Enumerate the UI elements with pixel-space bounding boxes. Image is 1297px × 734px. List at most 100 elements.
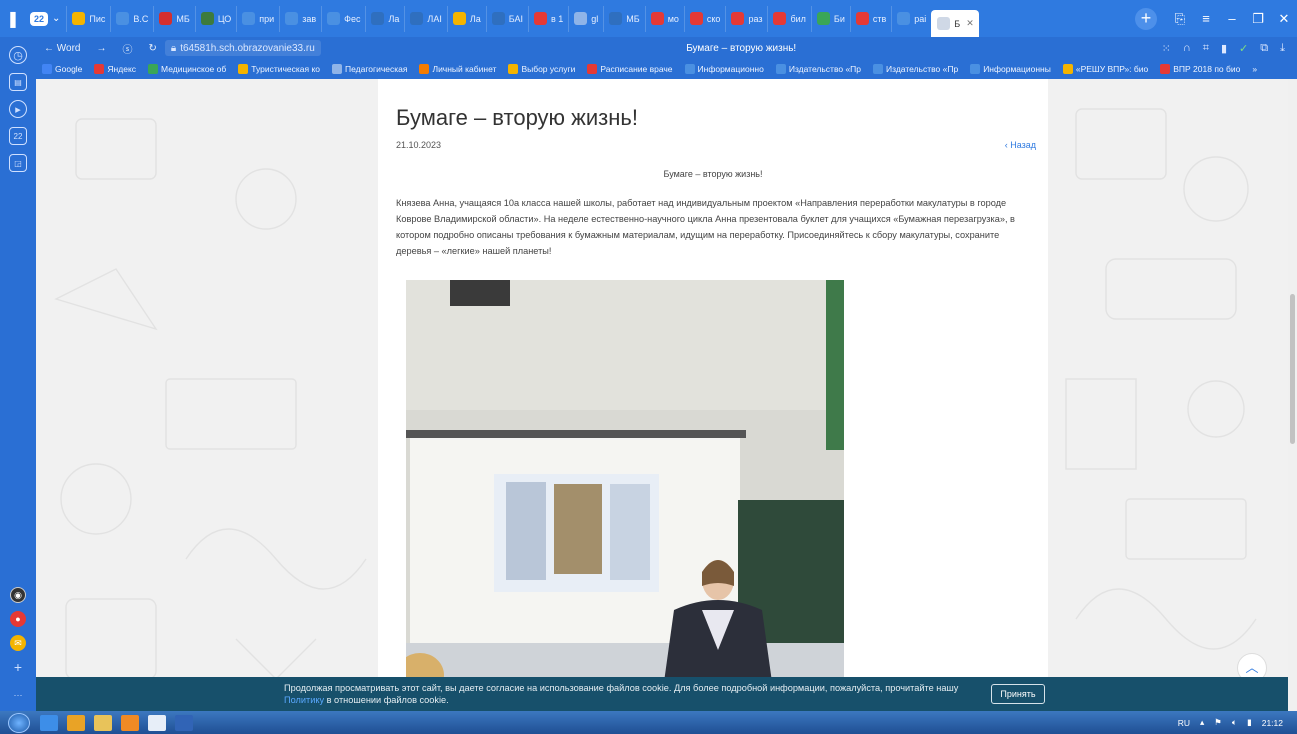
url-field[interactable]: 🔒︎ t64581h.sch.obrazovanie33.ru	[164, 40, 321, 56]
bookmark-item[interactable]: Личный кабинет	[419, 64, 496, 74]
reload-icon[interactable]: ↻	[149, 43, 157, 54]
notes-icon[interactable]: ▤	[9, 73, 27, 91]
maps-icon[interactable]: ●	[10, 611, 26, 627]
bookmark-item[interactable]: Информационны	[970, 64, 1051, 74]
headphones-icon[interactable]: ∩	[1183, 42, 1191, 55]
bookmark-item[interactable]: Яндекс	[94, 64, 136, 74]
browser-tab[interactable]: В.С	[110, 5, 153, 32]
browser-tab[interactable]: ЦО	[194, 5, 236, 32]
browser-tab[interactable]: бил	[767, 5, 810, 32]
browser-tab[interactable]: Фес	[321, 5, 365, 32]
shield-icon[interactable]: ✓	[1239, 42, 1248, 55]
collections-icon[interactable]: ⧉	[1260, 42, 1268, 55]
browser-tab[interactable]: Би	[810, 5, 850, 32]
bookmark-item[interactable]: Информационно	[684, 64, 764, 74]
network-icon[interactable]: ▮	[1247, 717, 1252, 728]
browser-tab[interactable]: зав	[279, 5, 321, 32]
bookmarks-bar: Google Яндекс Медицинское об Туристическая …	[36, 59, 1297, 79]
browser-tab[interactable]: ско	[683, 5, 726, 32]
article-subtitle: Бумаге – вторую жизнь!	[663, 169, 763, 179]
browser-tab-active[interactable]: Б ✕	[931, 10, 979, 37]
explorer-icon[interactable]	[94, 714, 112, 731]
calendar-icon[interactable]: 22	[9, 127, 27, 145]
flag-icon[interactable]: ⚑	[1214, 717, 1222, 728]
tab-label: раз	[748, 13, 763, 24]
article-photo[interactable]	[406, 280, 844, 711]
browser-tab[interactable]: Ла	[365, 5, 404, 32]
more-icon[interactable]: ···	[10, 687, 26, 703]
tab-menu-chevron-icon[interactable]: ⌄	[52, 13, 60, 24]
bookmarks-overflow-icon[interactable]: »	[1252, 64, 1257, 74]
tab-label: В.С	[133, 13, 149, 24]
scrollbar-thumb[interactable]	[1290, 294, 1295, 444]
browser-tab[interactable]: раі	[891, 5, 931, 32]
history-icon[interactable]: ◷	[9, 46, 27, 64]
clock[interactable]: 21:12	[1262, 718, 1283, 728]
add-panel-icon[interactable]: +	[10, 659, 26, 675]
policy-link[interactable]: Политику	[284, 695, 324, 705]
protect-icon[interactable]: ⓢ	[123, 41, 133, 56]
bookmark-item[interactable]: Расписание враче	[587, 64, 673, 74]
yandex-browser-icon[interactable]	[148, 714, 166, 731]
bookmark-favicon-icon	[775, 64, 786, 74]
forward-arrow-icon[interactable]: →	[97, 43, 107, 54]
browser-tab[interactable]: в 1	[527, 5, 568, 32]
bookmark-item[interactable]: Издательство «Пр	[873, 64, 958, 74]
tab-label: мо	[667, 13, 679, 24]
back-link[interactable]: ‹ Назад	[1005, 140, 1036, 150]
browser-tab[interactable]: МБ	[153, 5, 194, 32]
menu-icon[interactable]: ≡	[1193, 11, 1219, 26]
back-to-word-button[interactable]: ← Word	[44, 43, 81, 54]
close-button[interactable]: ✕	[1271, 11, 1297, 27]
restore-button[interactable]: ❐	[1245, 11, 1271, 27]
browser-tab[interactable]: gl	[568, 5, 603, 32]
tab-label: раі	[914, 13, 927, 24]
language-indicator[interactable]: RU	[1178, 718, 1190, 728]
browser-tab[interactable]: при	[236, 5, 279, 32]
tab-favicon-icon	[200, 12, 214, 25]
alice-icon[interactable]: ◉	[10, 587, 26, 603]
tab-label: в 1	[550, 13, 564, 24]
bookmark-icon[interactable]: ▮	[1221, 42, 1227, 55]
reader-icon[interactable]: ⁙	[1162, 42, 1171, 55]
page-scrollbar[interactable]	[1288, 79, 1297, 711]
tab-favicon-icon	[533, 12, 547, 25]
play-icon[interactable]: ▸	[9, 100, 27, 118]
browser-tab[interactable]: ЛАІ	[404, 5, 446, 32]
accept-cookies-button[interactable]: Принять	[991, 684, 1045, 704]
bookmark-item[interactable]: Педагогическая	[332, 64, 407, 74]
bookmarks-panel-icon[interactable]: ⎘	[1167, 11, 1193, 27]
address-bar: ← Word → ⓢ ↻ 🔒︎ t64581h.sch.obrazovanie3…	[36, 37, 1297, 59]
bookmark-item[interactable]: Google	[42, 64, 82, 74]
browser-tab[interactable]: БАІ	[485, 5, 528, 32]
chrome-icon[interactable]	[67, 714, 85, 731]
word-icon[interactable]	[175, 714, 193, 731]
browser-tab[interactable]: ств	[849, 5, 891, 32]
volume-icon[interactable]: 🔈︎	[1232, 717, 1237, 728]
new-tab-button[interactable]: +	[1135, 7, 1157, 30]
mail-icon[interactable]: ✉	[10, 635, 26, 651]
tab-label: ско	[706, 13, 721, 24]
tab-close-icon[interactable]: ✕	[966, 18, 974, 29]
browser-tab[interactable]: мо	[644, 5, 684, 32]
bookmark-item[interactable]: Издательство «Пр	[775, 64, 861, 74]
extensions-icon[interactable]: ⌗	[1203, 42, 1209, 55]
tab-count-badge[interactable]: 22	[30, 11, 49, 26]
tray-arrow-icon[interactable]: ▴	[1200, 717, 1204, 728]
browser-tab[interactable]: МБ	[603, 5, 644, 32]
bookmark-item[interactable]: Туристическая ко	[238, 64, 320, 74]
ie-icon[interactable]	[40, 714, 58, 731]
browser-tab[interactable]: Пис	[66, 5, 110, 32]
browser-tab[interactable]: раз	[725, 5, 767, 32]
bookmark-item[interactable]: Выбор услуги	[508, 64, 575, 74]
browser-logo-icon[interactable]: ❚	[0, 0, 26, 37]
browser-tab[interactable]: Ла	[446, 5, 486, 32]
download-icon[interactable]: ⤓	[1280, 42, 1285, 55]
media-player-icon[interactable]	[121, 714, 139, 731]
bookmark-item[interactable]: Медицинское об	[148, 64, 226, 74]
start-button[interactable]	[8, 712, 30, 733]
chat-icon[interactable]: ◲	[9, 154, 27, 172]
bookmark-item[interactable]: «РЕШУ ВПР»: био	[1062, 64, 1148, 74]
bookmark-item[interactable]: ВПР 2018 по био	[1160, 64, 1240, 74]
minimize-button[interactable]: –	[1219, 11, 1245, 26]
